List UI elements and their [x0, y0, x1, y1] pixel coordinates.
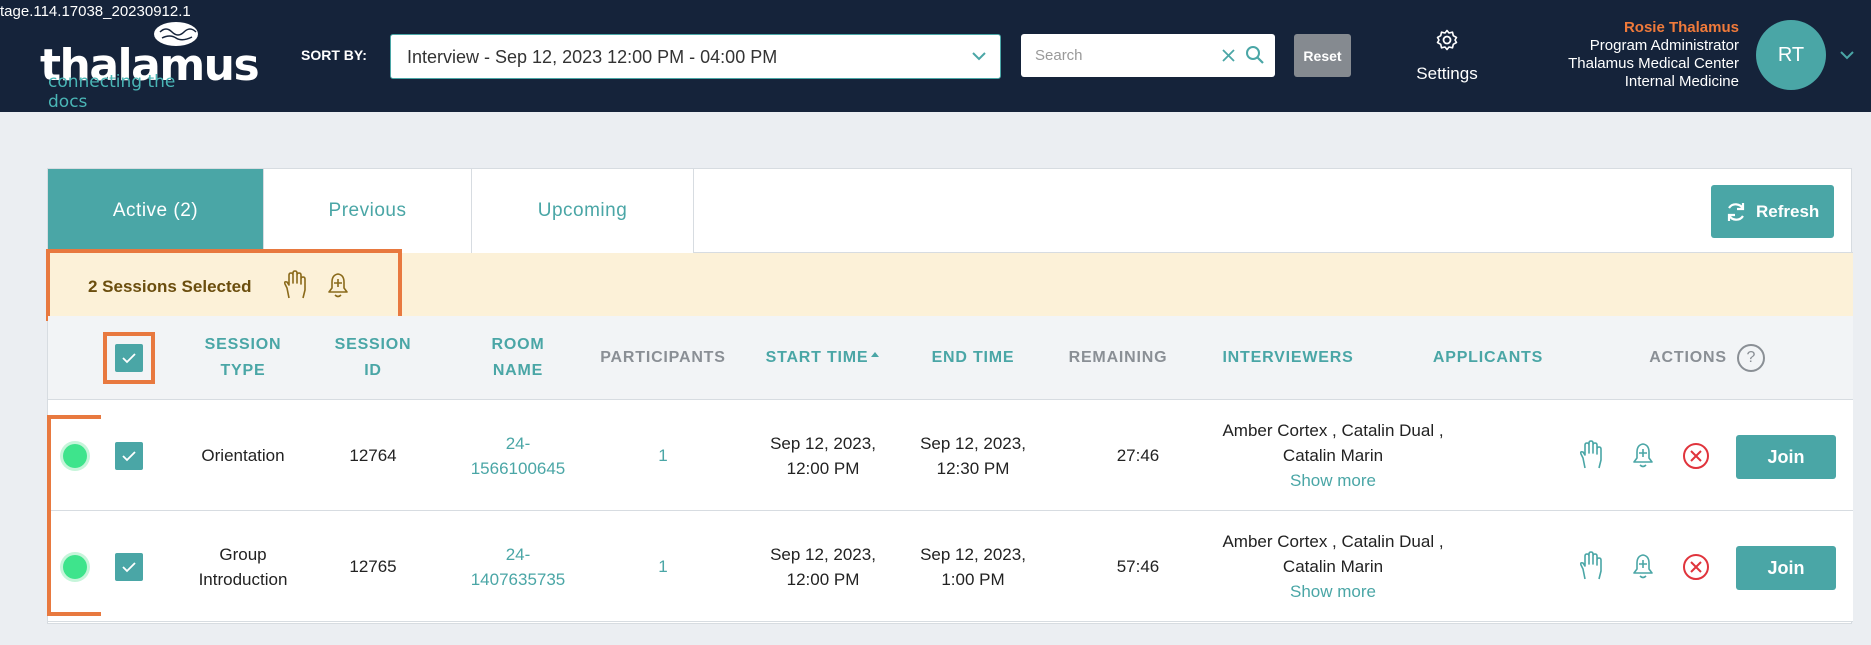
row-checkbox[interactable]	[115, 442, 143, 470]
session-id: 12764	[349, 446, 397, 465]
session-type: Group Introduction	[198, 544, 288, 589]
col-participants: PARTICIPANTS	[600, 349, 726, 366]
end-time: Sep 12, 2023, 1:00 PM	[920, 544, 1026, 589]
select-all-checkbox[interactable]	[115, 344, 143, 372]
settings-label: Settings	[1416, 64, 1478, 83]
sort-by-label: SORT BY:	[301, 47, 367, 63]
user-org: Thalamus Medical Center	[1568, 55, 1739, 72]
col-start-time-label: START TIME	[765, 349, 869, 366]
raise-hand-icon[interactable]	[1578, 440, 1604, 470]
col-remaining: REMAINING	[1068, 349, 1168, 366]
applicants	[1388, 400, 1588, 511]
col-start-time[interactable]: START TIME	[743, 316, 903, 400]
check-icon	[122, 353, 136, 364]
sort-by-select[interactable]: Interview - Sep 12, 2023 12:00 PM - 04:0…	[390, 34, 1001, 79]
show-more-link[interactable]: Show more	[1290, 579, 1376, 604]
session-id: 12765	[349, 557, 397, 576]
bell-plus-icon[interactable]	[1630, 551, 1656, 581]
room-name-link[interactable]: 24- 1407635735	[448, 511, 588, 622]
row-checkbox[interactable]	[115, 553, 143, 581]
participants-link[interactable]: 1	[583, 400, 743, 511]
end-time: Sep 12, 2023, 12:30 PM	[920, 433, 1026, 478]
col-session-id[interactable]: SESSION ID	[318, 316, 428, 400]
user-role: Program Administrator	[1589, 37, 1739, 54]
remaining: 57:46	[1116, 557, 1160, 576]
col-session-type[interactable]: SESSION TYPE	[178, 316, 308, 400]
applicants	[1388, 511, 1588, 622]
reset-button[interactable]: Reset	[1294, 34, 1351, 77]
bell-plus-icon[interactable]	[325, 270, 351, 300]
check-icon	[122, 451, 136, 462]
col-interviewers[interactable]: INTERVIEWERS	[1188, 316, 1388, 400]
search-input[interactable]	[1035, 44, 1215, 66]
start-time: Sep 12, 2023, 12:00 PM	[770, 433, 876, 478]
clear-icon[interactable]	[1221, 48, 1236, 63]
selected-rows-highlight	[47, 415, 101, 616]
sort-up-icon	[871, 352, 880, 357]
top-header: tage.114.17038_20230912.1 thalamus conne…	[0, 0, 1871, 112]
table-row: Group Introduction 12765 24- 1407635735 …	[48, 511, 1853, 622]
check-icon	[122, 562, 136, 573]
remaining: 27:46	[1116, 446, 1160, 465]
chevron-down-icon[interactable]	[1838, 48, 1856, 62]
col-applicants[interactable]: APPLICANTS	[1388, 316, 1588, 400]
room-name-link[interactable]: 24- 1566100645	[448, 400, 588, 511]
table-header: SESSION TYPE SESSION ID ROOM NAME PARTIC…	[48, 316, 1853, 400]
refresh-label: Refresh	[1756, 202, 1820, 221]
selection-bar: 2 Sessions Selected	[46, 249, 1853, 321]
col-actions: ACTIONS	[1649, 349, 1727, 366]
sessions-panel: Active (2) Previous Upcoming Refresh 2 S…	[46, 168, 1853, 624]
session-tabs: Active (2) Previous Upcoming Refresh	[48, 169, 1853, 253]
settings-button[interactable]: Settings	[1405, 26, 1489, 86]
raise-hand-icon[interactable]	[282, 270, 308, 300]
avatar[interactable]: RT	[1756, 20, 1826, 90]
bell-plus-icon[interactable]	[1630, 440, 1656, 470]
table-row: Orientation 12764 24- 1566100645 1 Sep 1…	[48, 400, 1853, 511]
search-box	[1021, 34, 1275, 77]
tab-upcoming[interactable]: Upcoming	[472, 169, 694, 253]
col-end-time[interactable]: END TIME	[903, 316, 1043, 400]
col-room-name[interactable]: ROOM NAME	[448, 316, 588, 400]
logo-tagline: connecting the docs	[48, 72, 176, 112]
selection-count: 2 Sessions Selected	[88, 277, 252, 296]
user-dept: Internal Medicine	[1624, 73, 1739, 90]
cancel-session-icon[interactable]	[1682, 442, 1710, 470]
start-time: Sep 12, 2023, 12:00 PM	[770, 544, 876, 589]
participants-link[interactable]: 1	[583, 511, 743, 622]
user-info: Rosie Thalamus Program Administrator Tha…	[1568, 19, 1739, 91]
gear-icon	[1436, 29, 1458, 51]
raise-hand-icon[interactable]	[1578, 551, 1604, 581]
refresh-icon	[1727, 203, 1745, 221]
search-icon[interactable]	[1245, 45, 1265, 65]
sort-by-value: Interview - Sep 12, 2023 12:00 PM - 04:0…	[407, 47, 778, 67]
join-button[interactable]: Join	[1736, 435, 1836, 479]
chevron-down-icon	[972, 52, 986, 61]
user-name: Rosie Thalamus	[1623, 19, 1739, 36]
tab-active[interactable]: Active (2)	[48, 169, 264, 253]
join-button[interactable]: Join	[1736, 546, 1836, 590]
show-more-link[interactable]: Show more	[1290, 468, 1376, 493]
thalamus-logo[interactable]: thalamus connecting the docs	[40, 18, 260, 112]
tab-previous[interactable]: Previous	[264, 169, 472, 253]
help-icon[interactable]: ?	[1737, 344, 1765, 372]
cancel-session-icon[interactable]	[1682, 553, 1710, 581]
refresh-button[interactable]: Refresh	[1711, 185, 1834, 238]
session-type: Orientation	[201, 446, 285, 465]
